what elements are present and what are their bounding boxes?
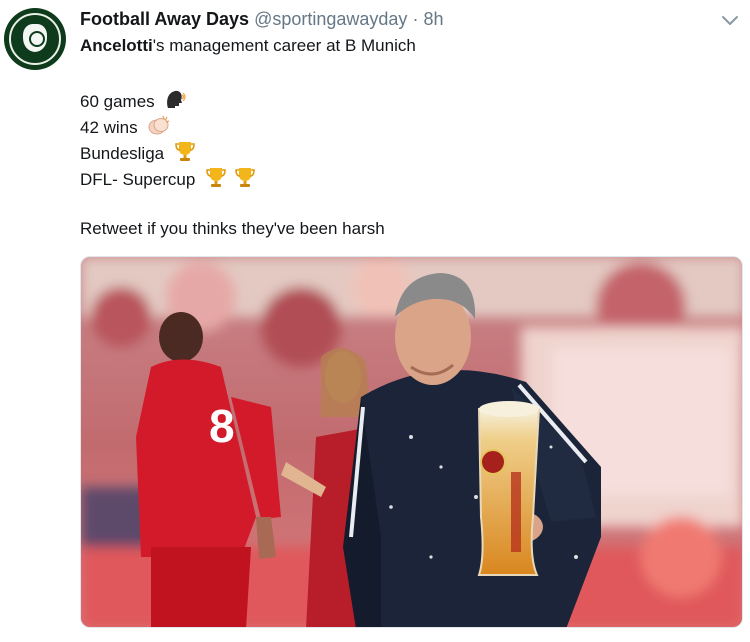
clapping-hands-icon [147, 114, 171, 142]
stat-line-supercup: DFL- Supercup [80, 166, 256, 194]
tweet-header: Football Away Days @sportingawayday · 8h [80, 8, 444, 30]
chevron-down-icon[interactable] [720, 10, 740, 30]
photo-scene: 8 [81, 257, 742, 627]
profile-avatar[interactable] [4, 8, 66, 70]
trophy-icon [174, 140, 196, 168]
stat-text: Bundesliga [80, 144, 165, 163]
separator-dot: · [412, 9, 419, 29]
stat-text: 42 wins [80, 118, 138, 137]
headline-bold: Ancelotti [80, 36, 153, 55]
tweet[interactable]: Football Away Days @sportingawayday · 8h… [0, 0, 750, 642]
tweet-time[interactable]: 8h [423, 9, 443, 29]
stat-line-wins: 42 wins [80, 114, 171, 142]
stat-text: 60 games [80, 92, 155, 111]
trophy-icon [234, 166, 256, 194]
tweet-call-to-action: Retweet if you thinks they've been harsh [80, 219, 385, 238]
user-handle[interactable]: @sportingawayday [254, 9, 407, 29]
avatar-crest-icon [23, 24, 47, 52]
stat-line-bundesliga: Bundesliga [80, 140, 196, 168]
trophy-icon [205, 166, 227, 194]
headline-rest: 's management career at B Munich [152, 36, 416, 55]
beer-glass [477, 401, 541, 576]
jersey-number: 8 [209, 400, 235, 452]
tweet-photo[interactable]: 8 [80, 256, 743, 628]
stat-text: DFL- Supercup [80, 170, 196, 189]
stat-line-games: 60 games [80, 88, 187, 116]
speaking-head-icon [164, 88, 187, 116]
display-name[interactable]: Football Away Days [80, 9, 249, 29]
tweet-headline: Ancelotti's management career at B Munic… [80, 35, 416, 57]
